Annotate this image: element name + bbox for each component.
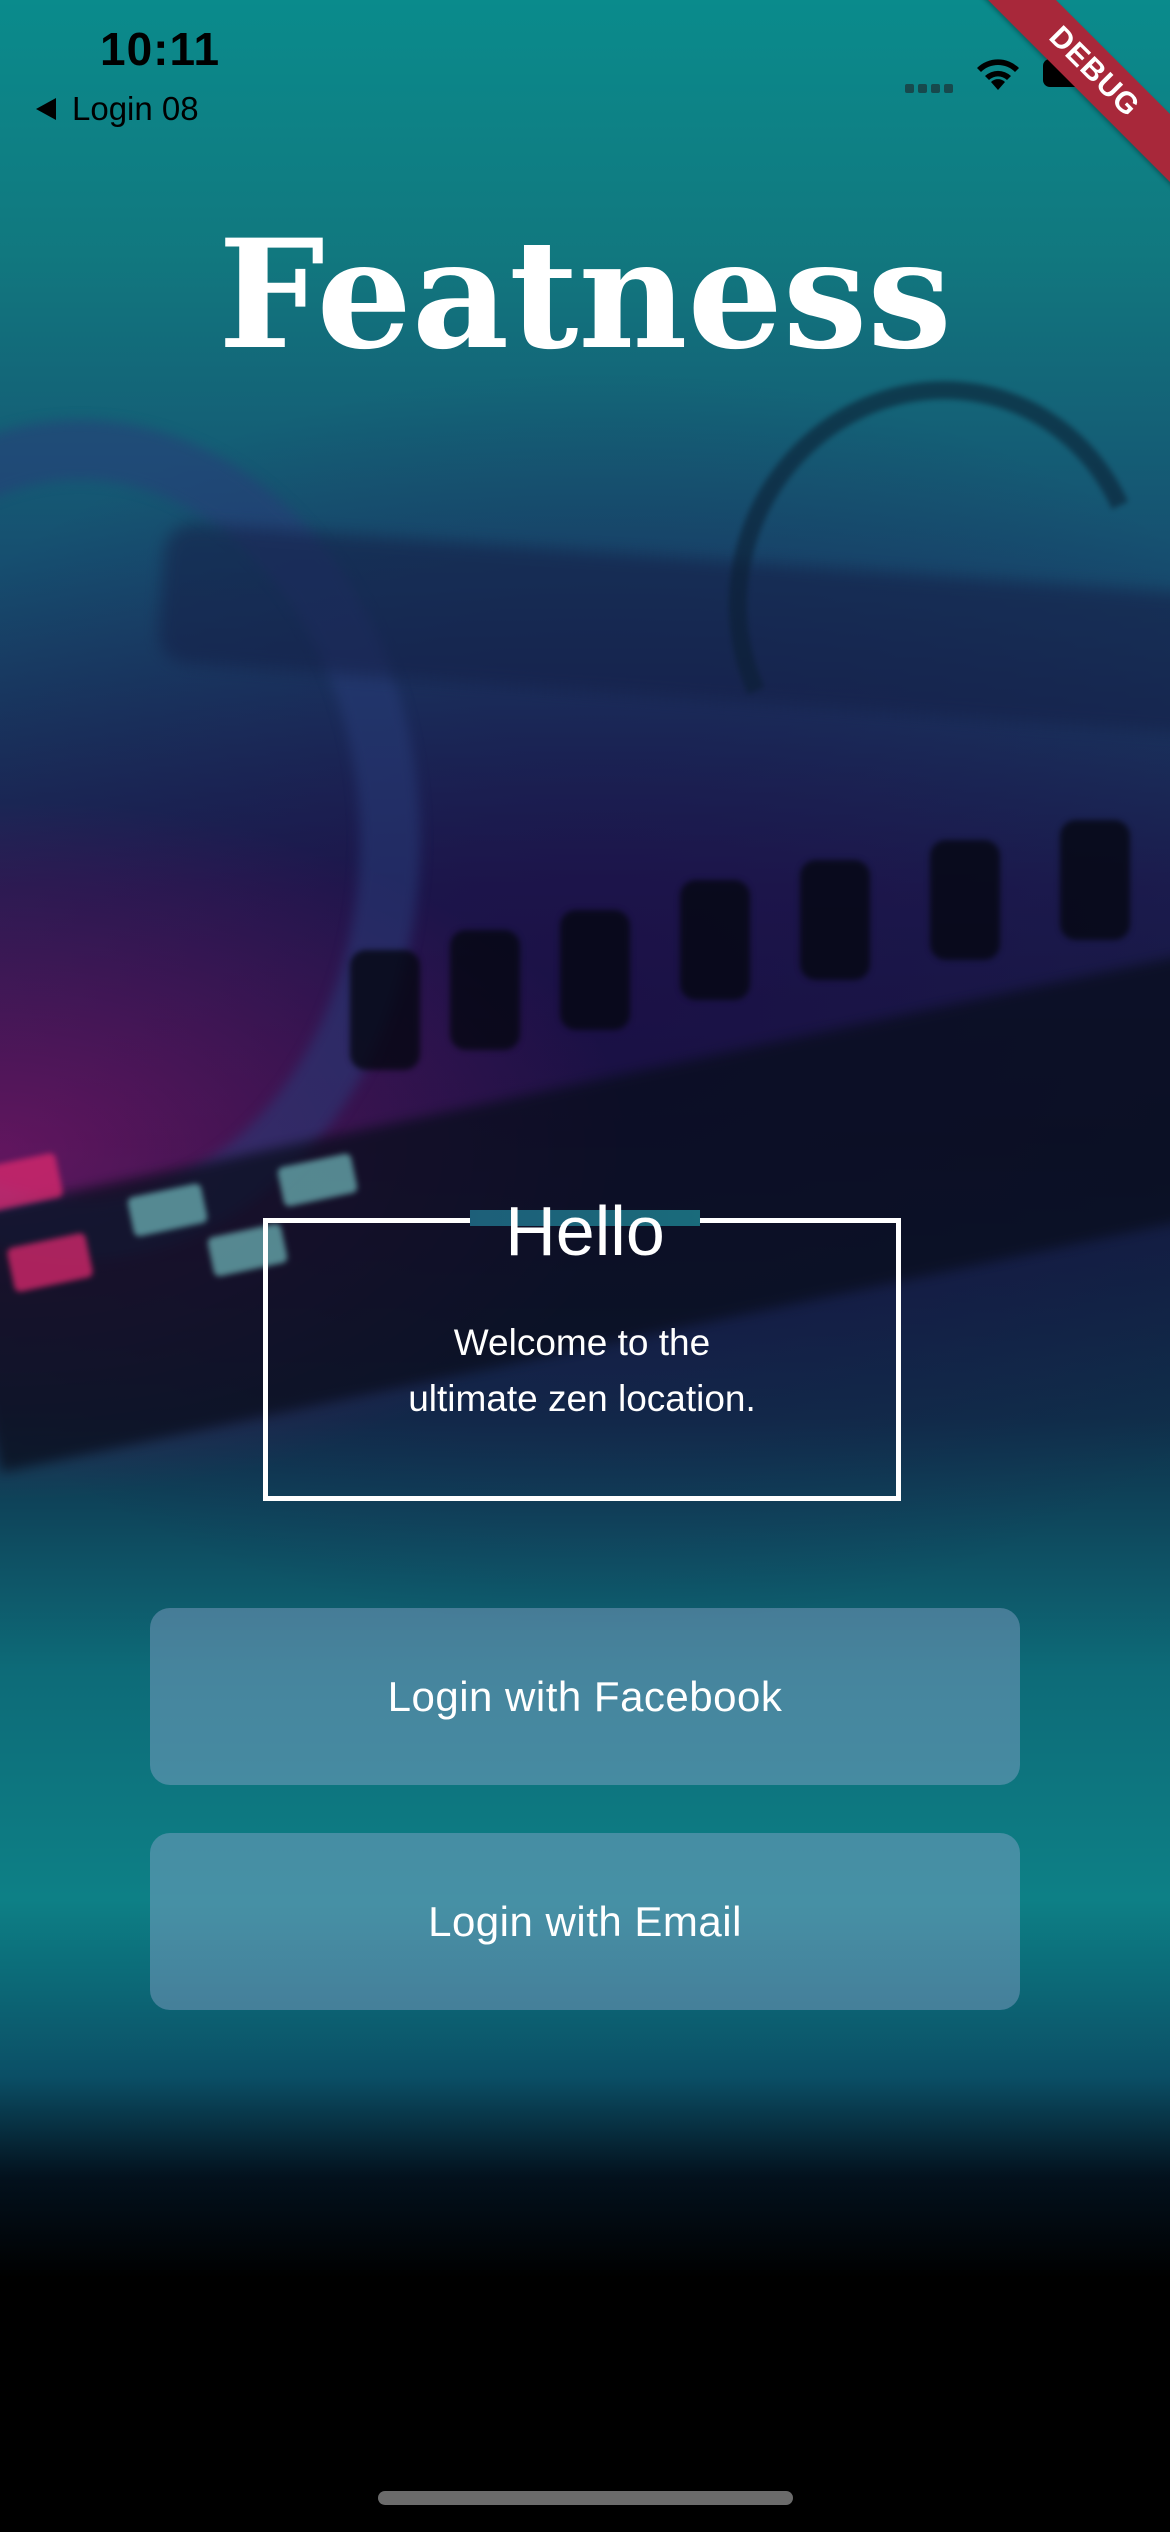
background-knob	[450, 930, 520, 1050]
background-knob	[930, 840, 1000, 960]
debug-banner: DEBUG	[970, 0, 1170, 200]
back-to-app-link[interactable]: Login 08	[36, 90, 199, 128]
wifi-icon	[977, 59, 1019, 90]
greeting-line-2: ultimate zen location.	[408, 1378, 756, 1419]
login-screen: 10:11 Login 08 DEBUG Featness Hello Welc…	[0, 0, 1170, 2532]
back-label: Login 08	[72, 90, 199, 127]
battery-icon	[1043, 59, 1109, 87]
login-facebook-button[interactable]: Login with Facebook	[150, 1608, 1020, 1785]
signal-icon	[905, 80, 960, 93]
background-knob	[800, 860, 870, 980]
greeting-line-1: Welcome to the	[453, 1322, 711, 1363]
login-email-button[interactable]: Login with Email	[150, 1833, 1020, 2010]
back-arrow-icon	[36, 98, 56, 120]
app-title: Featness	[218, 207, 952, 383]
background-knob	[560, 910, 630, 1030]
greeting-subtitle: Welcome to the ultimate zen location.	[263, 1315, 901, 1427]
background-knob	[1060, 820, 1130, 940]
home-indicator[interactable]	[378, 2491, 793, 2505]
background-knob	[680, 880, 750, 1000]
status-time: 10:11	[100, 23, 221, 75]
greeting-title: Hello	[470, 1186, 700, 1276]
background-knob	[350, 950, 420, 1070]
background-cable-shape	[667, 322, 1170, 874]
